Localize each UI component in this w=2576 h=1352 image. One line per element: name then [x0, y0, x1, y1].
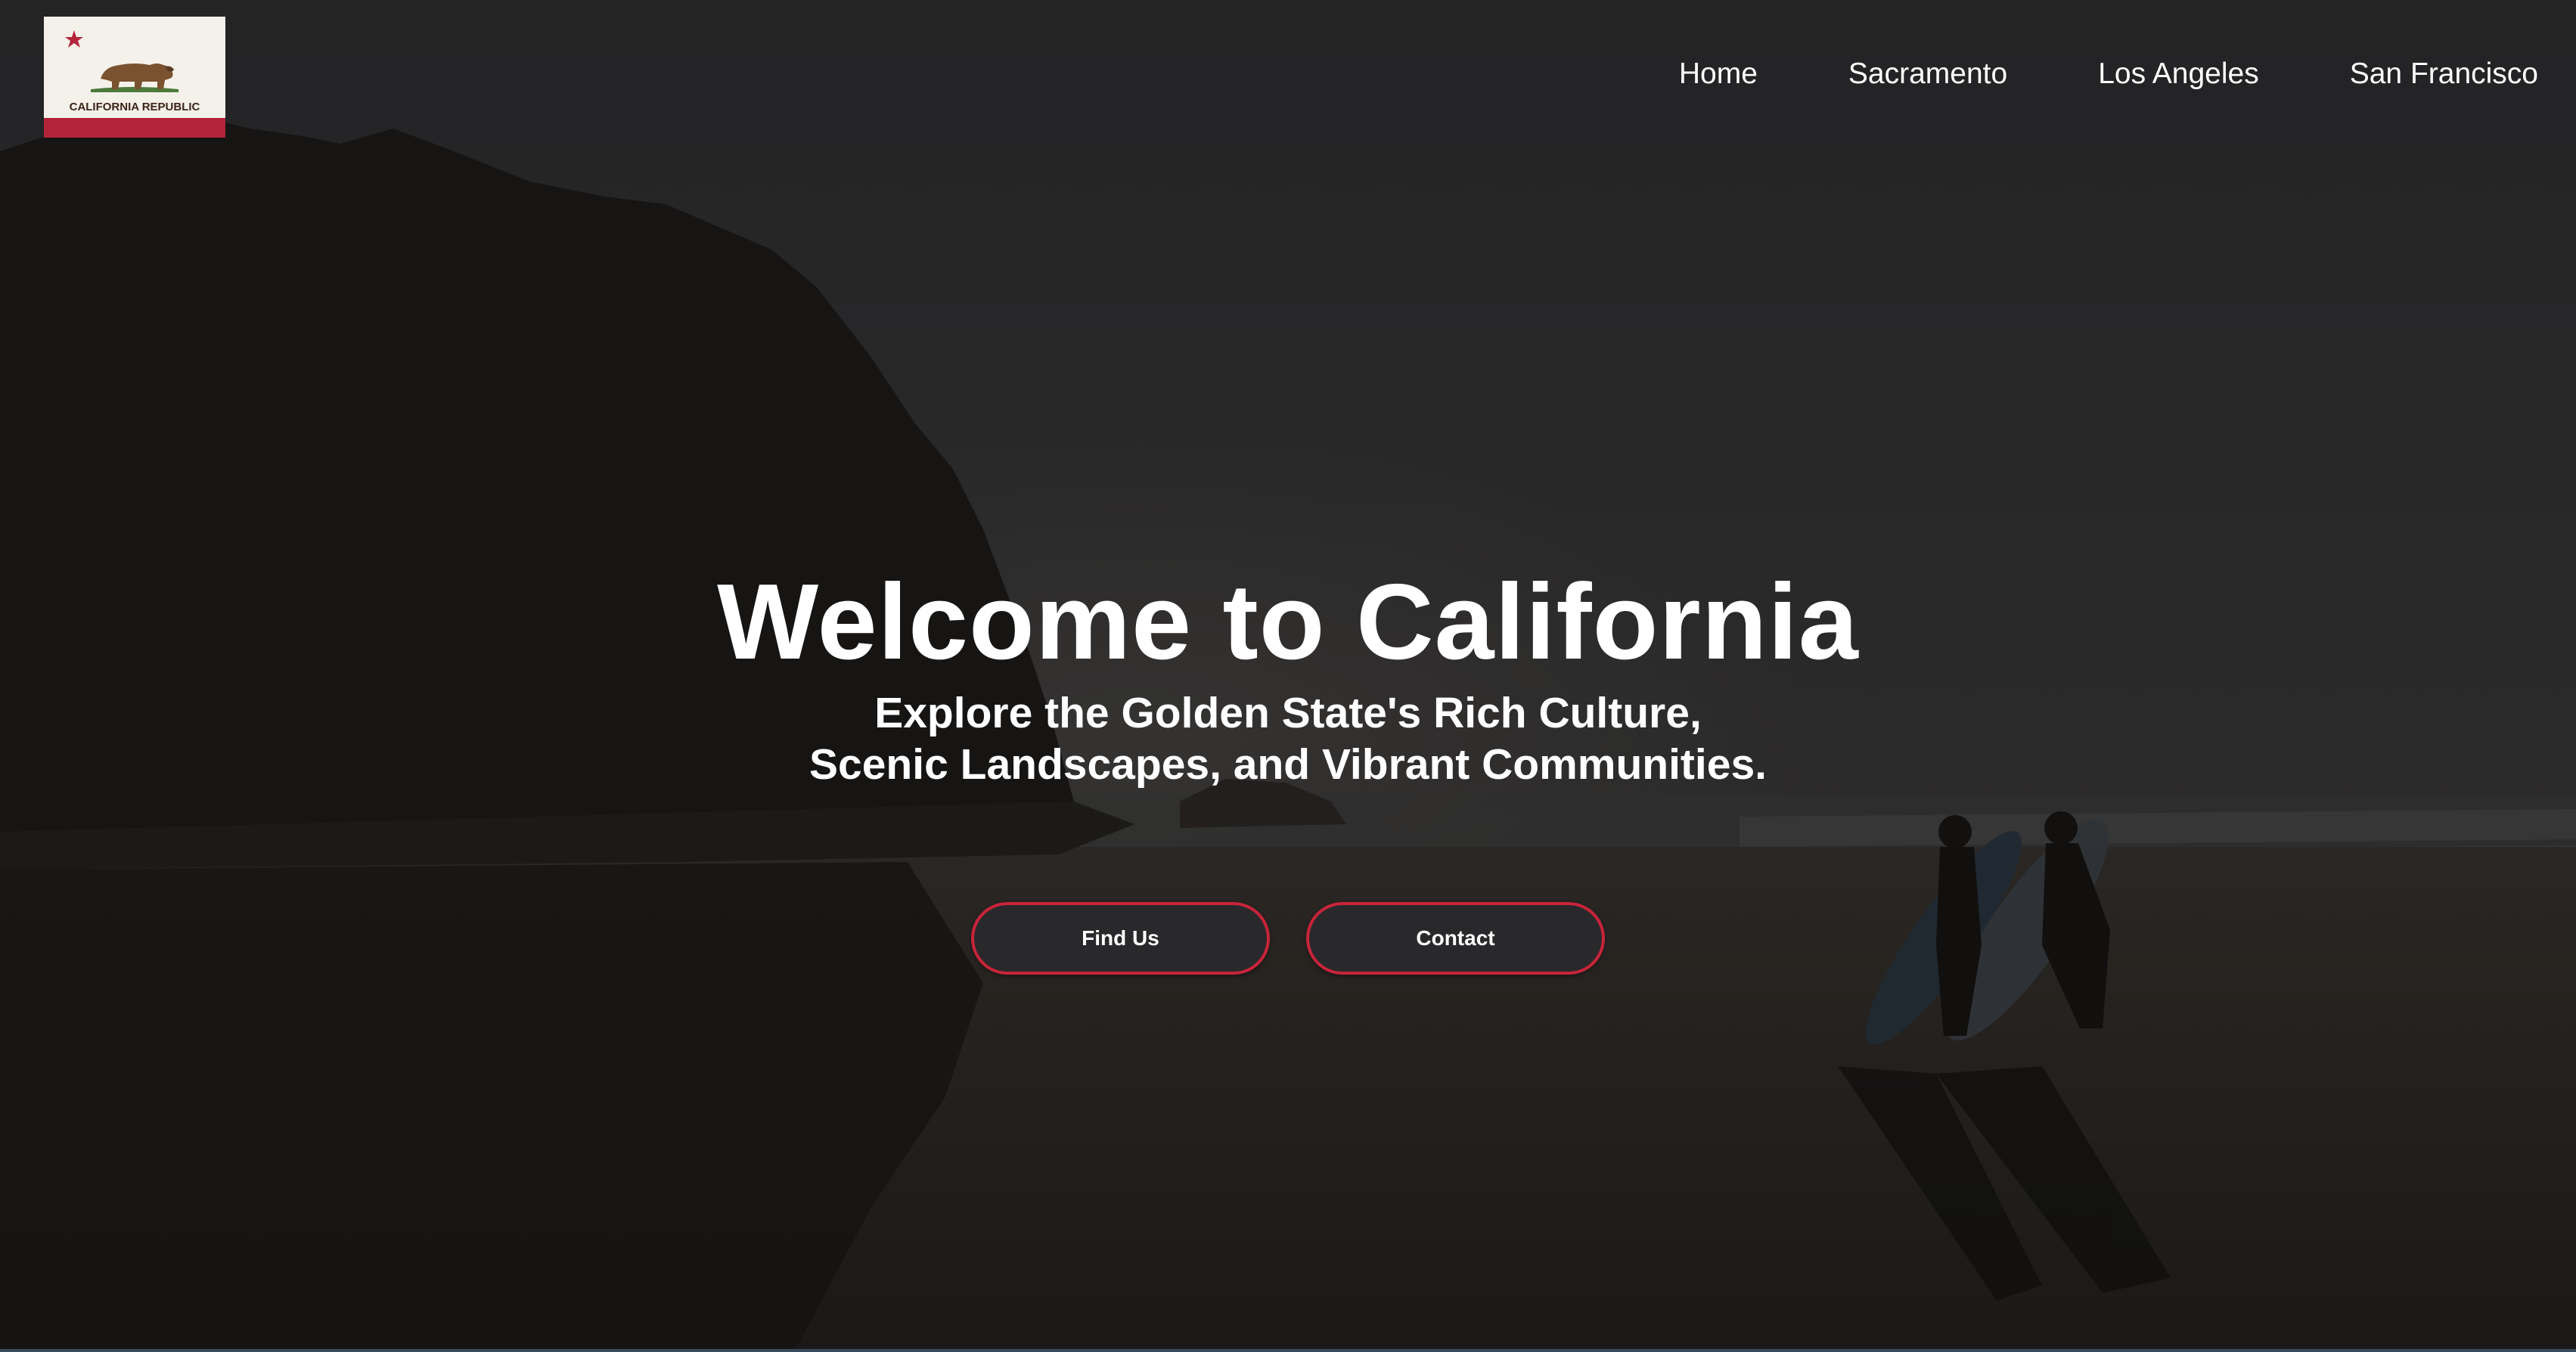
logo-label: CALIFORNIA REPUBLIC — [70, 101, 200, 113]
cta-button-group: Find Us Contact — [0, 902, 2576, 975]
hero-title: Welcome to California — [717, 562, 1859, 682]
hero-section: Welcome to California Explore the Golden… — [0, 563, 2576, 790]
find-us-button[interactable]: Find Us — [971, 902, 1270, 975]
main-nav: Home Sacramento Los Angeles San Francisc… — [1588, 57, 2538, 91]
nav-san-francisco-link[interactable]: San Francisco — [2350, 57, 2538, 91]
hero-subtitle-line-1: Explore the Golden State's Rich Culture, — [874, 689, 1702, 738]
nav-home-link[interactable]: Home — [1679, 57, 1758, 91]
bottom-edge-strip — [0, 1349, 2576, 1352]
nav-sacramento-link[interactable]: Sacramento — [1848, 57, 2007, 91]
nav-los-angeles-link[interactable]: Los Angeles — [2098, 57, 2259, 91]
landing-page: CALIFORNIA REPUBLIC Home Sacramento Los … — [0, 0, 2576, 1352]
california-flag-logo[interactable]: CALIFORNIA REPUBLIC — [44, 17, 225, 138]
contact-button[interactable]: Contact — [1306, 902, 1605, 975]
hero-subtitle-line-2: Scenic Landscapes, and Vibrant Communiti… — [809, 740, 1767, 789]
hero-subtitle: Explore the Golden State's Rich Culture,… — [0, 687, 2576, 790]
